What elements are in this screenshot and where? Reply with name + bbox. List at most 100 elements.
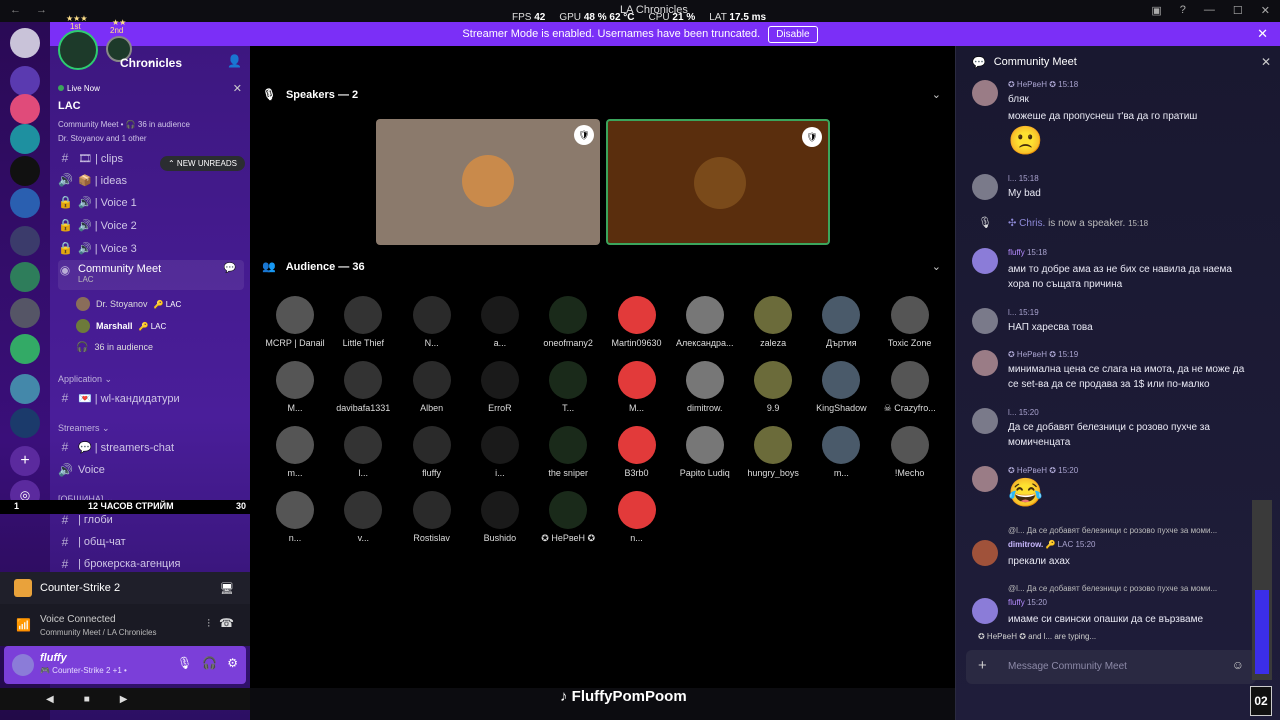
audience-member[interactable]: Toxic Zone <box>875 296 945 348</box>
game-activity[interactable]: Counter-Strike 2 🖥 <box>0 572 250 604</box>
audience-member[interactable]: ☠ Crazyfro... <box>875 361 945 414</box>
server-folder-icon[interactable] <box>10 374 40 404</box>
reply-reference[interactable]: @l... Да се добавят белезници с розово п… <box>1008 526 1217 535</box>
mic-muted-icon[interactable]: 🎙 <box>177 656 192 670</box>
disable-button[interactable]: Disable <box>768 25 818 43</box>
avatar[interactable] <box>972 598 998 624</box>
help-icon[interactable]: ? <box>1180 4 1186 17</box>
close-icon[interactable]: ✕ <box>1261 4 1270 17</box>
headphones-icon[interactable]: 🎧 <box>202 656 217 670</box>
server-icon[interactable] <box>10 188 40 218</box>
channel-voice-3[interactable]: 🔒 🔊 | Voice 3 <box>58 238 244 258</box>
audience-member[interactable]: N... <box>397 296 467 348</box>
server-folder-icon[interactable] <box>10 298 40 328</box>
server-folder-icon[interactable] <box>10 334 40 364</box>
invite-icon[interactable]: 👤 <box>227 54 242 68</box>
speakers-header[interactable]: 🎙 Speakers — 2 <box>262 88 358 102</box>
audience-member[interactable]: fluffy <box>397 426 467 478</box>
avatar[interactable] <box>972 248 998 274</box>
audience-member[interactable]: Little Thief <box>328 296 398 348</box>
channel-voice-1[interactable]: 🔒 🔊 | Voice 1 <box>58 192 244 212</box>
disconnect-icon[interactable]: ☎ <box>219 616 234 630</box>
server-icon[interactable] <box>10 124 40 154</box>
message-input[interactable]: + Message Community Meet ☺ <box>966 650 1256 684</box>
audience-member[interactable]: T... <box>533 361 603 413</box>
audience-member[interactable]: Alben <box>397 361 467 413</box>
nav-arrows[interactable]: ← → <box>10 4 53 16</box>
chevron-down-icon[interactable]: ⌄ <box>146 56 154 67</box>
server-icon[interactable] <box>10 66 40 96</box>
server-folder-icon[interactable] <box>10 408 40 438</box>
audience-member[interactable]: n... <box>602 491 672 543</box>
category-application[interactable]: Application ⌄ <box>58 374 112 385</box>
channel-broker[interactable]: # | брокерска-агенция <box>58 554 244 574</box>
scroll-thumb[interactable] <box>1255 590 1269 674</box>
avatar[interactable] <box>972 350 998 376</box>
audience-member[interactable]: Rostislav <box>397 491 467 543</box>
audience-header[interactable]: 👥 Audience — 36 <box>262 260 365 274</box>
audience-member[interactable]: M... <box>260 361 330 413</box>
audience-member[interactable]: !Mecho <box>875 426 945 478</box>
audience-count[interactable]: 🎧 36 in audience <box>76 337 153 357</box>
audience-member[interactable]: a... <box>465 296 535 348</box>
avatar[interactable] <box>972 80 998 106</box>
server-icon[interactable] <box>10 226 40 256</box>
prev-icon[interactable]: ◀ <box>46 694 54 705</box>
chevron-down-icon[interactable]: ⌄ <box>932 88 941 101</box>
avatar[interactable] <box>972 466 998 492</box>
live-stage-card[interactable]: Live Now ✕ LAC Community Meet • 🎧 36 in … <box>54 78 246 150</box>
stage-member[interactable]: Marshall 🔑 LAC <box>76 316 166 336</box>
audience-member[interactable]: B3rb0 <box>602 426 672 478</box>
category-streamers[interactable]: Streamers ⌄ <box>58 423 110 434</box>
gear-icon[interactable]: ⚙ <box>227 656 238 670</box>
audience-member[interactable]: M... <box>602 361 672 413</box>
audience-member[interactable]: Дъртия <box>806 296 876 348</box>
audience-member[interactable]: oneofmany2 <box>533 296 603 348</box>
audience-member[interactable]: Martin09630 <box>602 296 672 348</box>
scrollbar[interactable] <box>1252 500 1272 680</box>
audience-member[interactable]: ErroR <box>465 361 535 413</box>
audience-member[interactable]: Bushido <box>465 491 535 543</box>
server-header[interactable]: ★★★ 1st ★★ 2nd Chronicles ⌄ 👤 <box>50 14 250 80</box>
avatar[interactable] <box>972 408 998 434</box>
chat-bubble-icon[interactable]: 💬 <box>224 263 236 274</box>
minimize-icon[interactable]: — <box>1204 4 1215 17</box>
audience-member[interactable]: m... <box>806 426 876 478</box>
speaker-tile[interactable]: 🛡 <box>606 119 830 245</box>
inbox-icon[interactable]: ▣ <box>1151 4 1161 17</box>
audience-member[interactable]: m... <box>260 426 330 478</box>
new-unreads-pill[interactable]: ⌃ NEW UNREADS <box>160 156 245 171</box>
channel-community-meet[interactable]: ◉ Community Meet LAC 💬 <box>58 260 244 290</box>
add-server-icon[interactable]: + <box>10 446 40 476</box>
add-attachment-icon[interactable]: + <box>978 657 987 674</box>
audience-member[interactable]: n... <box>260 491 330 543</box>
chevron-down-icon[interactable]: ⌄ <box>932 260 941 273</box>
audience-member[interactable]: 9.9 <box>738 361 808 413</box>
close-icon[interactable]: ✕ <box>233 82 242 95</box>
channel-ideas[interactable]: 🔊 📦 | ideas <box>58 170 244 190</box>
avatar[interactable] <box>972 540 998 566</box>
emoji-picker-icon[interactable]: ☺ <box>1232 658 1244 672</box>
avatar[interactable] <box>972 174 998 200</box>
audience-member[interactable]: the sniper <box>533 426 603 478</box>
channel-streamers-chat[interactable]: # 💬 | streamers-chat <box>58 437 244 457</box>
audience-member[interactable]: l... <box>328 426 398 478</box>
close-icon[interactable]: ✕ <box>1261 55 1271 69</box>
stop-icon[interactable]: ■ <box>84 694 90 705</box>
reply-reference[interactable]: @l... Да се добавят белезници с розово п… <box>1008 584 1217 593</box>
soundboard-icon[interactable]: ⫶ <box>207 618 210 631</box>
server-icon[interactable] <box>10 94 40 124</box>
audience-member[interactable]: MCRP | Danail <box>260 296 330 348</box>
audience-member[interactable]: davibafa1331 <box>328 361 398 413</box>
audience-member[interactable]: Александра... <box>670 296 740 348</box>
maximize-icon[interactable]: ☐ <box>1233 4 1243 17</box>
channel-obsht-chat[interactable]: # | общ-чат <box>58 532 244 552</box>
play-icon[interactable]: ▶ <box>120 694 128 705</box>
screen-share-icon[interactable]: 🖥 <box>220 582 234 595</box>
server-icon[interactable] <box>10 156 40 186</box>
channel-voice[interactable]: 🔊 Voice <box>58 460 244 480</box>
close-icon[interactable]: ✕ <box>1257 26 1268 42</box>
audience-member[interactable]: zaleza <box>738 296 808 348</box>
audience-member[interactable]: hungry_boys <box>738 426 808 478</box>
audience-member[interactable]: ✪ НеРвеН ✪ <box>533 491 603 544</box>
